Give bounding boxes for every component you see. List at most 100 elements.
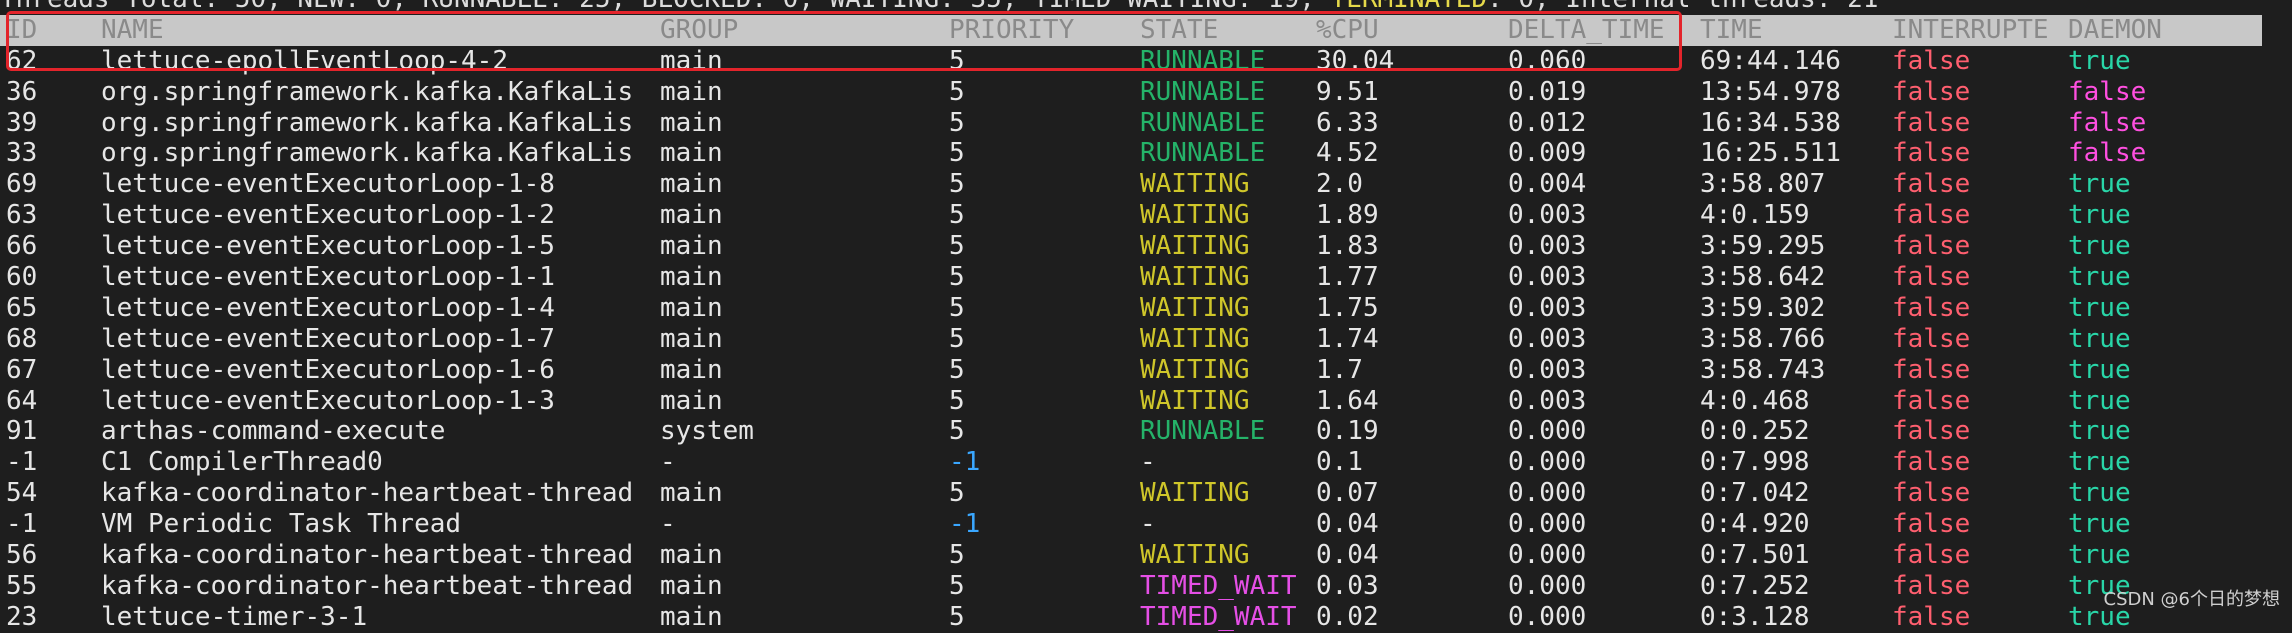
thread-interrupted: false — [1892, 385, 1971, 416]
terminal-output: Threads Total: 50, NEW: 0, RUNNABLE: 25,… — [0, 0, 2292, 633]
thread-priority: 5 — [949, 416, 965, 447]
thread-state: RUNNABLE — [1140, 76, 1266, 107]
thread-time: 4:0.468 — [1700, 385, 1810, 416]
thread-cpu: 0.07 — [1316, 478, 1379, 509]
thread-cpu: 0.02 — [1316, 601, 1379, 632]
table-row: 68 lettuce-eventExecutorLoop-1-7 main 5 WAIT… — [0, 324, 2292, 355]
thread-delta-time: 0.000 — [1508, 570, 1587, 601]
col-time-header: TIME — [1700, 14, 1763, 45]
thread-time: 0:0.252 — [1700, 416, 1810, 447]
thread-id: 64 — [6, 385, 38, 416]
thread-daemon: false — [2068, 138, 2147, 169]
thread-time: 3:58.766 — [1700, 323, 1826, 354]
table-row: 36 org.springframework.kafka.KafkaLis main… — [0, 77, 2292, 108]
thread-id: 67 — [6, 354, 38, 385]
thread-name: lettuce-eventExecutorLoop-1-6 — [101, 354, 555, 385]
table-row: 56 kafka-coordinator-heartbeat-thread main… — [0, 540, 2292, 571]
thread-daemon: true — [2068, 323, 2131, 354]
thread-delta-time: 0.009 — [1508, 138, 1587, 169]
thread-cpu: 6.33 — [1316, 107, 1379, 138]
thread-cpu: 1.7 — [1316, 354, 1363, 385]
thread-id: 63 — [6, 200, 38, 231]
table-row: -1 VM Periodic Task Thread - -1 - 0.04 0.000 0:… — [0, 509, 2292, 540]
thread-group: main — [660, 76, 723, 107]
thread-time: 3:58.743 — [1700, 354, 1826, 385]
thread-time: 0:4.920 — [1700, 509, 1810, 540]
thread-state: WAITING — [1140, 478, 1250, 509]
thread-delta-time: 0.003 — [1508, 354, 1587, 385]
table-row: 63 lettuce-eventExecutorLoop-1-2 main 5 WAIT… — [0, 200, 2292, 231]
thread-state: RUNNABLE — [1140, 138, 1266, 169]
thread-state: WAITING — [1140, 231, 1250, 262]
thread-state: TIMED_WAIT — [1140, 570, 1297, 601]
thread-name: org.springframework.kafka.KafkaLis — [101, 76, 634, 107]
thread-time: 3:58.642 — [1700, 262, 1826, 293]
thread-delta-time: 0.000 — [1508, 540, 1587, 571]
thread-id: -1 — [6, 447, 38, 478]
thread-state: RUNNABLE — [1140, 416, 1266, 447]
thread-id: 68 — [6, 323, 38, 354]
thread-interrupted: false — [1892, 354, 1971, 385]
table-row: -1 C1 CompilerThread0 - -1 - 0.1 0.000 0:7.998 f… — [0, 447, 2292, 478]
thread-cpu: 0.04 — [1316, 540, 1379, 571]
thread-interrupted: false — [1892, 323, 1971, 354]
thread-time: 0:7.252 — [1700, 570, 1810, 601]
thread-cpu: 0.1 — [1316, 447, 1363, 478]
thread-id: 23 — [6, 601, 38, 632]
thread-interrupted: false — [1892, 169, 1971, 200]
thread-interrupted: false — [1892, 45, 1971, 76]
thread-state: WAITING — [1140, 292, 1250, 323]
thread-time: 69:44.146 — [1700, 45, 1841, 76]
thread-name: lettuce-eventExecutorLoop-1-3 — [101, 385, 555, 416]
thread-priority: 5 — [949, 323, 965, 354]
thread-name: lettuce-eventExecutorLoop-1-7 — [101, 323, 555, 354]
thread-name: C1 CompilerThread0 — [101, 447, 383, 478]
thread-time: 13:54.978 — [1700, 76, 1841, 107]
thread-interrupted: false — [1892, 76, 1971, 107]
thread-delta-time: 0.000 — [1508, 416, 1587, 447]
highlight-annotation-box — [6, 11, 1682, 71]
thread-group: main — [660, 354, 723, 385]
table-row: 23 lettuce-timer-3-1 main 5 TIMED_WAIT 0.02 0.… — [0, 602, 2292, 633]
thread-id: -1 — [6, 509, 38, 540]
thread-state: WAITING — [1140, 323, 1250, 354]
thread-group: - — [660, 447, 676, 478]
thread-group: main — [660, 601, 723, 632]
thread-daemon: false — [2068, 76, 2147, 107]
thread-cpu: 9.51 — [1316, 76, 1379, 107]
thread-group: main — [660, 323, 723, 354]
thread-delta-time: 0.019 — [1508, 76, 1587, 107]
thread-daemon: true — [2068, 540, 2131, 571]
thread-priority: 5 — [949, 385, 965, 416]
thread-daemon: true — [2068, 354, 2131, 385]
thread-priority: 5 — [949, 601, 965, 632]
thread-state: TIMED_WAIT — [1140, 601, 1297, 632]
thread-delta-time: 0.003 — [1508, 262, 1587, 293]
table-row: 65 lettuce-eventExecutorLoop-1-4 main 5 WAIT… — [0, 293, 2292, 324]
thread-name: kafka-coordinator-heartbeat-thread — [101, 570, 634, 601]
thread-state: - — [1140, 509, 1156, 540]
thread-interrupted: false — [1892, 416, 1971, 447]
thread-delta-time: 0.000 — [1508, 509, 1587, 540]
thread-delta-time: 0.004 — [1508, 169, 1587, 200]
thread-time: 3:59.295 — [1700, 231, 1826, 262]
thread-delta-time: 0.003 — [1508, 231, 1587, 262]
thread-group: main — [660, 107, 723, 138]
thread-state: RUNNABLE — [1140, 107, 1266, 138]
thread-name: arthas-command-execute — [101, 416, 446, 447]
thread-id: 60 — [6, 262, 38, 293]
thread-name: org.springframework.kafka.KafkaLis — [101, 138, 634, 169]
thread-interrupted: false — [1892, 138, 1971, 169]
thread-daemon: true — [2068, 385, 2131, 416]
thread-state: WAITING — [1140, 354, 1250, 385]
thread-state: - — [1140, 447, 1156, 478]
thread-state: WAITING — [1140, 385, 1250, 416]
table-row: 91 arthas-command-execute system 5 RUNNABLE 0… — [0, 416, 2292, 447]
thread-priority: 5 — [949, 138, 965, 169]
thread-name: lettuce-eventExecutorLoop-1-5 — [101, 231, 555, 262]
thread-daemon: true — [2068, 416, 2131, 447]
thread-priority: 5 — [949, 107, 965, 138]
thread-delta-time: 0.003 — [1508, 385, 1587, 416]
thread-interrupted: false — [1892, 540, 1971, 571]
thread-priority: 5 — [949, 570, 965, 601]
